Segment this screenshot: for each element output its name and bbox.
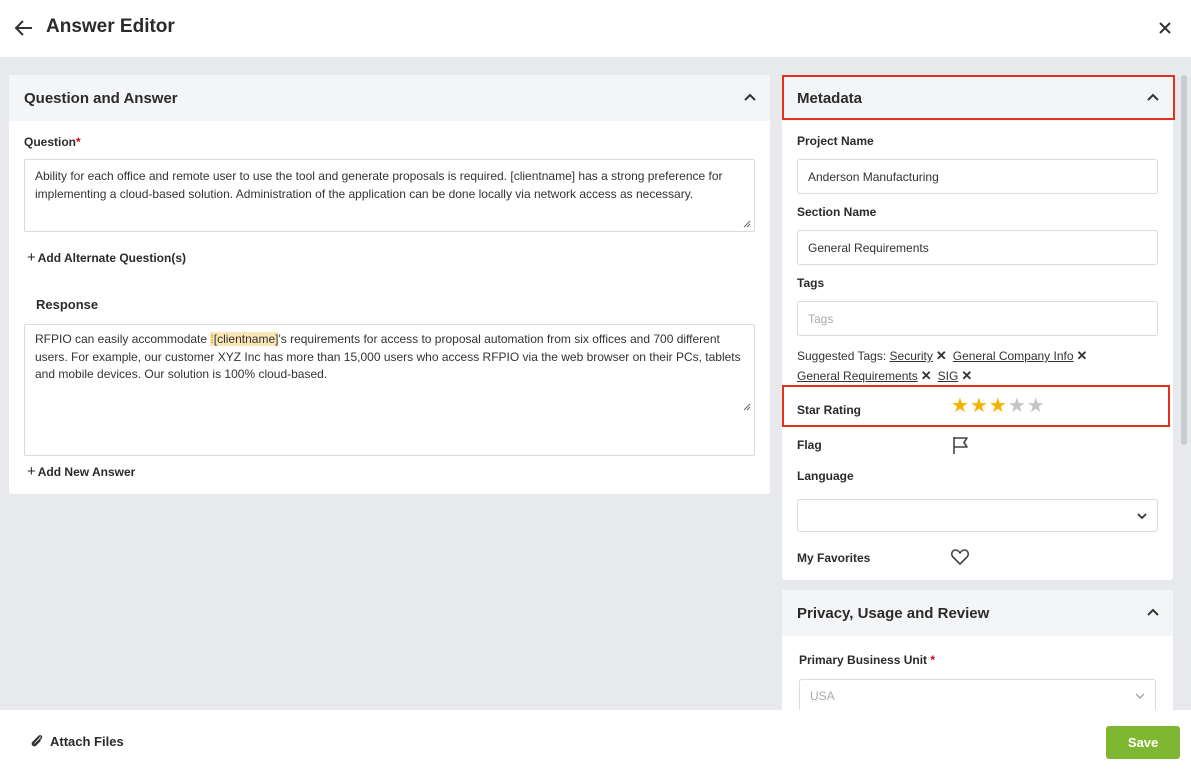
attach-files-button[interactable]: Attach Files [30, 734, 124, 749]
required-asterisk: * [76, 135, 81, 149]
chevron-up-icon[interactable] [1145, 604, 1161, 620]
suggested-tag-security[interactable]: Security [890, 349, 933, 363]
top-bar: Answer Editor [0, 0, 1191, 57]
metadata-highlight-box [782, 75, 1175, 120]
plus-icon: + [27, 463, 36, 480]
section-name-label: Section Name [797, 205, 877, 219]
star-rating-highlight-box [782, 385, 1170, 427]
remove-tag-icon[interactable]: ✕ [1077, 348, 1088, 363]
suggested-tag-general-company-info[interactable]: General Company Info [953, 349, 1074, 363]
chevron-up-icon[interactable] [742, 89, 758, 105]
my-favorites-label: My Favorites [797, 551, 871, 565]
question-answer-header[interactable]: Question and Answer [9, 75, 770, 121]
section-name-field[interactable]: General Requirements [797, 230, 1158, 265]
scrollbar[interactable] [1181, 75, 1187, 445]
suggested-tag-general-requirements[interactable]: General Requirements [797, 369, 918, 383]
editor-content: Question and Answer Question* Ability fo… [0, 57, 1191, 710]
save-button[interactable]: Save [1106, 726, 1180, 759]
remove-tag-icon[interactable]: ✕ [961, 368, 972, 383]
language-select[interactable] [797, 499, 1158, 532]
back-arrow-icon[interactable] [14, 14, 38, 42]
flag-icon[interactable] [951, 435, 971, 455]
primary-business-unit-select[interactable]: USA [799, 679, 1156, 710]
clientname-token[interactable]: ⁞[clientname] [210, 332, 279, 346]
suggested-tags-label: Suggested Tags: [797, 349, 887, 363]
response-textarea[interactable]: RFPIO can easily accommodate ⁞[clientnam… [24, 324, 755, 456]
footer: Attach Files Save [0, 710, 1191, 770]
privacy-usage-review-card: Privacy, Usage and Review Primary Busine… [782, 590, 1173, 710]
privacy-header[interactable]: Privacy, Usage and Review [782, 590, 1173, 636]
page-title: Answer Editor [46, 16, 175, 37]
project-name-label: Project Name [797, 134, 874, 148]
remove-tag-icon[interactable]: ✕ [921, 368, 932, 383]
add-alternate-question-button[interactable]: + Add Alternate Question(s) [27, 249, 186, 266]
question-label: Question* [24, 135, 81, 149]
plus-icon: + [27, 249, 36, 266]
chevron-down-icon [1135, 692, 1145, 699]
add-new-answer-button[interactable]: + Add New Answer [27, 463, 135, 480]
privacy-title: Privacy, Usage and Review [797, 605, 990, 622]
suggested-tag-sig[interactable]: SIG [938, 369, 959, 383]
tags-label: Tags [797, 276, 825, 290]
suggested-tags: Suggested Tags: Security ✕ General Company… [797, 346, 1157, 386]
required-asterisk: * [930, 653, 936, 667]
language-label: Language [797, 469, 854, 483]
question-answer-card: Question and Answer Question* Ability fo… [9, 75, 770, 494]
remove-tag-icon[interactable]: ✕ [936, 348, 947, 363]
resize-handle-icon[interactable] [743, 220, 751, 228]
resize-handle-icon[interactable] [743, 403, 751, 411]
primary-business-unit-label: Primary Business Unit * [799, 653, 936, 667]
question-answer-title: Question and Answer [24, 90, 178, 107]
tags-input[interactable]: Tags [797, 301, 1158, 336]
chevron-down-icon [1137, 512, 1147, 519]
close-icon[interactable] [1153, 14, 1177, 42]
paperclip-icon [31, 735, 43, 747]
question-textarea[interactable]: Ability for each office and remote user … [24, 159, 755, 232]
flag-label: Flag [797, 438, 822, 452]
heart-icon[interactable] [950, 547, 970, 567]
project-name-field[interactable]: Anderson Manufacturing [797, 159, 1158, 194]
response-label: Response [36, 297, 99, 312]
